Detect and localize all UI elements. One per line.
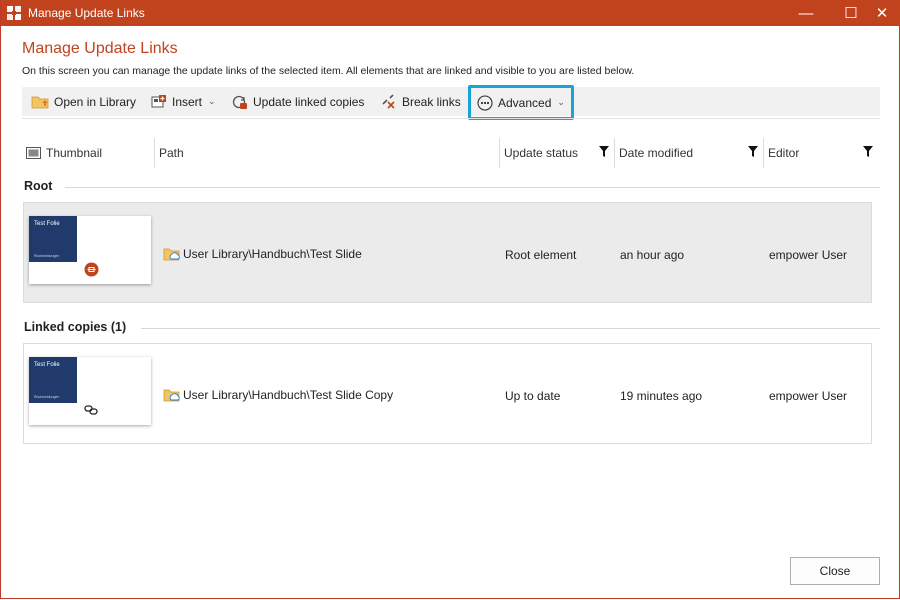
date-modified-header-label: Date modified <box>619 146 694 160</box>
column-header-editor[interactable]: Editor <box>768 138 799 168</box>
path-header-label: Path <box>159 146 184 160</box>
date-modified-cell: an hour ago <box>620 248 685 262</box>
toolbar: Open in Library Insert ⌄ Update linked c… <box>22 85 880 120</box>
group-label-linked-copies: Linked copies (1) <box>24 320 127 334</box>
editor-cell: empower User <box>769 389 848 403</box>
editor-header-label: Editor <box>768 146 800 160</box>
update-linked-copies-label: Update linked copies <box>253 94 365 109</box>
path-text: User Library\Handbuch\Test Slide <box>183 247 362 261</box>
update-status-cell: Root element <box>505 248 577 262</box>
advanced-button[interactable]: Advanced ⌄ <box>468 85 574 120</box>
maximize-icon: ☐ <box>844 5 858 22</box>
image-icon <box>26 147 41 159</box>
update-link-icon <box>232 95 247 109</box>
slide-thumbnail: Test Folie Rückmeldungen <box>29 216 151 284</box>
column-separator <box>763 138 764 168</box>
page-title: Manage Update Links <box>22 40 178 57</box>
open-in-library-label: Open in Library <box>54 94 137 109</box>
thumbnail-subtitle: Rückmeldungen <box>34 395 60 399</box>
page-description: On this screen you can manage the update… <box>22 65 635 77</box>
group-divider <box>141 328 880 329</box>
folder-open-icon <box>31 96 49 108</box>
table-row[interactable]: Test Folie Rückmeldungen User Library\Ha… <box>23 343 872 444</box>
update-status-header-label: Update status <box>504 146 579 160</box>
root-link-badge-icon <box>84 262 99 277</box>
chain-link-icon <box>84 405 98 415</box>
column-header-update-status[interactable]: Update status <box>504 138 578 168</box>
thumbnail-title: Test Folie <box>34 362 60 368</box>
update-linked-copies-button[interactable]: Update linked copies <box>232 87 364 116</box>
column-separator <box>154 138 155 168</box>
filter-icon[interactable] <box>748 146 758 158</box>
break-links-label: Break links <box>402 94 461 109</box>
group-label-root: Root <box>24 179 53 193</box>
path-cell: User Library\Handbuch\Test Slide <box>163 247 362 261</box>
more-options-icon <box>477 94 493 111</box>
close-button[interactable]: Close <box>790 557 880 585</box>
close-button-label: Close <box>819 564 851 578</box>
window-title: Manage Update Links <box>28 6 145 20</box>
title-bar[interactable]: Manage Update Links — ☐ ✕ <box>1 0 900 26</box>
slide-thumbnail: Test Folie Rückmeldungen <box>29 357 151 425</box>
thumbnail-subtitle: Rückmeldungen <box>34 254 60 258</box>
path-cell: User Library\Handbuch\Test Slide Copy <box>163 388 393 402</box>
close-window-button[interactable]: ✕ <box>865 0 899 26</box>
filter-icon[interactable] <box>863 146 873 158</box>
advanced-label: Advanced <box>498 95 552 110</box>
chevron-down-icon: ⌄ <box>557 97 565 107</box>
minimize-icon: — <box>798 4 814 22</box>
column-separator <box>614 138 615 168</box>
column-separator <box>499 138 500 168</box>
column-header-thumbnail[interactable]: Thumbnail <box>26 138 102 168</box>
column-header-date-modified[interactable]: Date modified <box>619 138 693 168</box>
chevron-down-icon: ⌄ <box>208 96 216 106</box>
break-links-button[interactable]: Break links <box>381 87 461 116</box>
maximize-button[interactable]: ☐ <box>834 0 868 26</box>
insert-button[interactable]: Insert ⌄ <box>151 87 216 116</box>
path-text: User Library\Handbuch\Test Slide Copy <box>183 388 394 402</box>
close-icon: ✕ <box>875 5 889 22</box>
minimize-button[interactable]: — <box>789 0 823 26</box>
editor-cell: empower User <box>769 248 848 262</box>
table-row[interactable]: Test Folie Rückmeldungen User Library\Ha… <box>23 202 872 303</box>
library-folder-icon <box>163 389 180 402</box>
manage-update-links-dialog: Manage Update Links — ☐ ✕ Manage Update … <box>0 0 900 599</box>
open-in-library-button[interactable]: Open in Library <box>31 87 136 116</box>
app-logo-icon <box>7 6 21 20</box>
thumbnail-title-block: Test Folie Rückmeldungen <box>29 357 77 403</box>
thumbnail-title: Test Folie <box>34 221 60 227</box>
insert-label: Insert <box>172 94 203 109</box>
insert-slide-icon <box>151 94 166 107</box>
update-status-cell: Up to date <box>505 389 561 403</box>
library-folder-icon <box>163 248 180 261</box>
thumbnail-title-block: Test Folie Rückmeldungen <box>29 216 77 262</box>
column-header-path[interactable]: Path <box>159 138 184 168</box>
group-divider <box>65 187 880 188</box>
thumbnail-header-label: Thumbnail <box>46 146 103 160</box>
date-modified-cell: 19 minutes ago <box>620 389 703 403</box>
filter-icon[interactable] <box>599 146 609 158</box>
break-link-icon <box>382 93 395 109</box>
toolbar-divider <box>22 118 880 119</box>
